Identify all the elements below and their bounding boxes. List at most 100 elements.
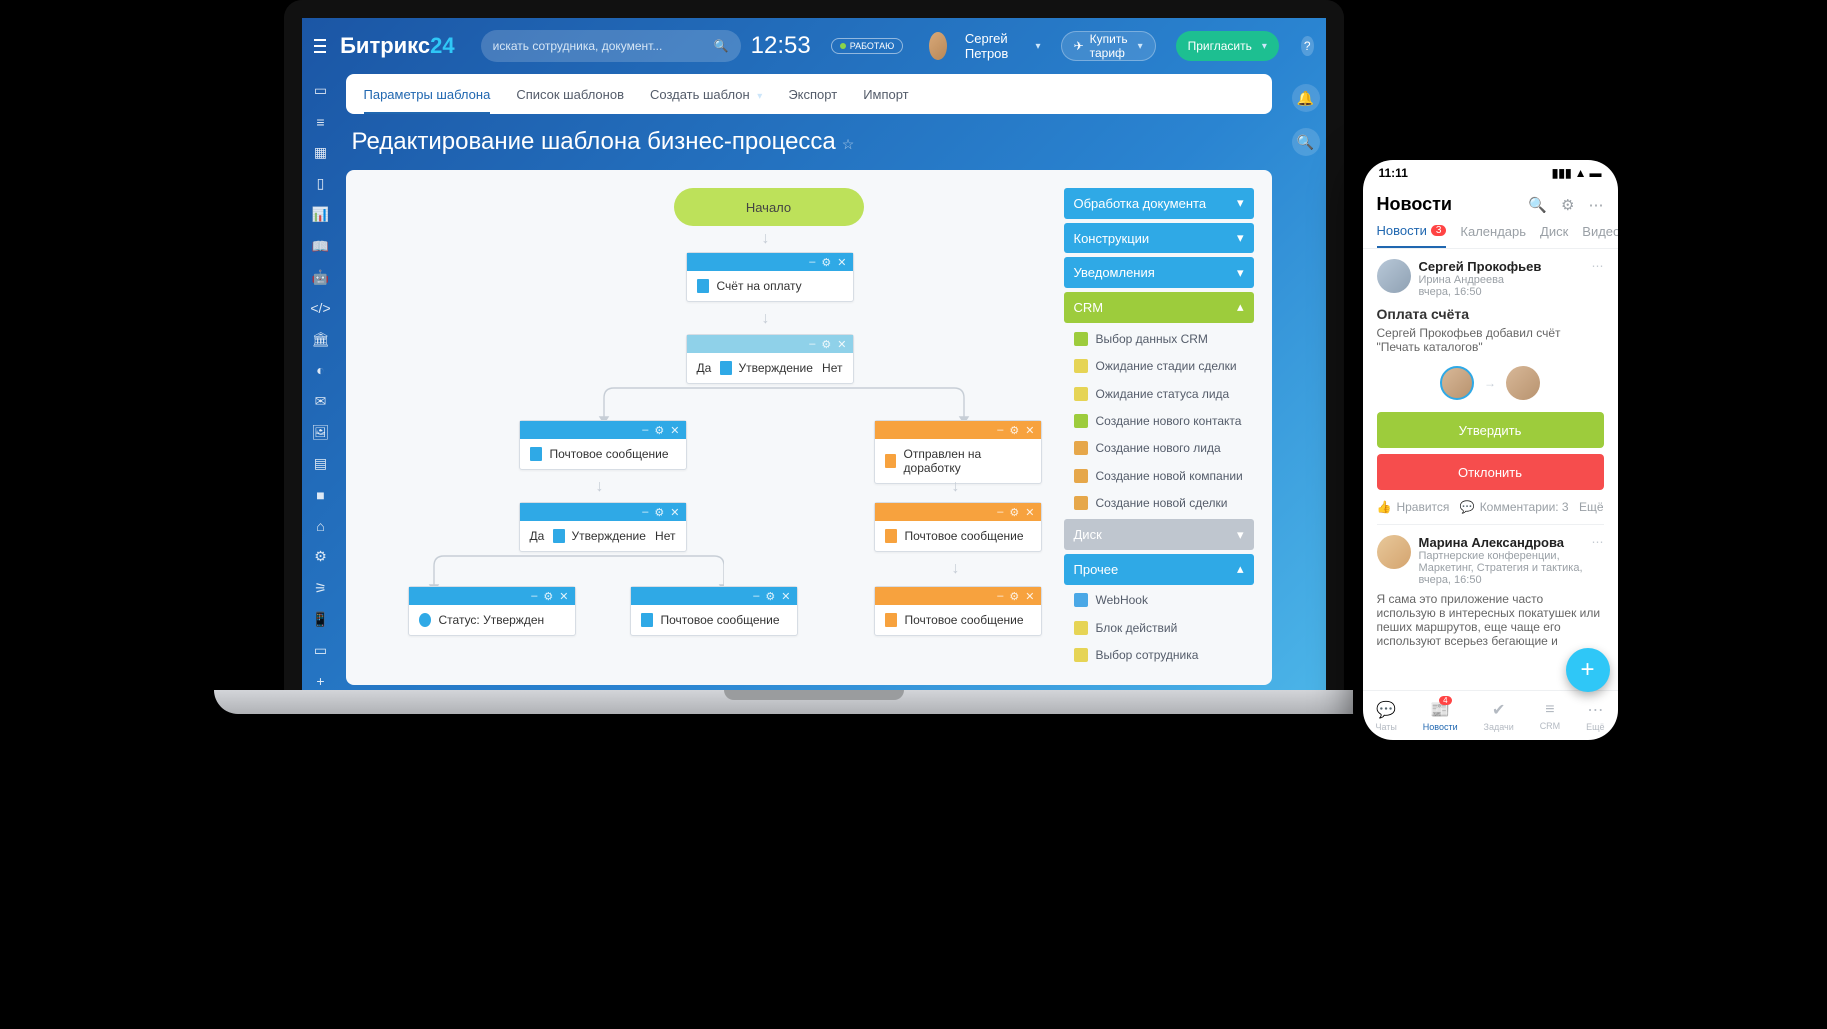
post-author[interactable]: Марина Александрова: [1419, 535, 1584, 550]
nav-item-page-icon[interactable]: ▯: [312, 175, 330, 192]
mobile-tab-news[interactable]: Новости3: [1377, 223, 1447, 248]
palette-header-notifications[interactable]: Уведомления▾: [1064, 257, 1254, 288]
clock: 12:53: [751, 32, 811, 60]
search-icon[interactable]: 🔍: [1528, 196, 1547, 214]
mobile-page-title: Новости: [1377, 194, 1452, 215]
more-icon[interactable]: ⋯: [1589, 196, 1604, 214]
approver-avatar[interactable]: [1440, 366, 1474, 400]
comment-icon: 💬: [1460, 500, 1475, 514]
nav-item-robot-icon[interactable]: 🤖: [312, 269, 330, 286]
palette-item-select-employee[interactable]: Выбор сотрудника: [1064, 644, 1254, 667]
user-avatar[interactable]: [929, 32, 947, 60]
arrow-right-icon: →: [1484, 376, 1496, 390]
help-icon[interactable]: ?: [1301, 36, 1314, 56]
nav-item-gear-icon[interactable]: ⚙: [312, 548, 330, 565]
nav-item-image-icon[interactable]: 🖼: [312, 424, 330, 441]
search-input[interactable]: искать сотрудника, документ... 🔍: [481, 30, 741, 62]
more-link[interactable]: Ещё: [1579, 500, 1604, 514]
filter-icon: ≡: [1545, 701, 1554, 719]
palette-header-other[interactable]: Прочее▴: [1064, 554, 1254, 585]
node-rework[interactable]: –⚙✕ Отправлен на доработку: [874, 420, 1042, 484]
nav-crm[interactable]: ≡CRM: [1540, 701, 1561, 731]
tab-import[interactable]: Импорт: [863, 87, 908, 102]
workflow-canvas[interactable]: Начало ↓ –⚙✕ Счёт на оплату ↓ –⚙✕ ДаУтве…: [364, 188, 1050, 667]
tab-template-list[interactable]: Список шаблонов: [516, 87, 624, 102]
node-mail-1[interactable]: –⚙✕ Почтовое сообщение: [519, 420, 687, 470]
mobile-mockup: 11:11 ▮▮▮▲▬ Новости 🔍 ⚙ ⋯ Новости3 Кален…: [1353, 150, 1628, 750]
chevron-down-icon: ▾: [1237, 527, 1244, 543]
nav-item-home-icon[interactable]: ⌂: [312, 517, 330, 534]
right-rail: 🔔 🔍: [1286, 74, 1326, 690]
search-icon: 🔍: [714, 39, 729, 53]
palette-item-new-contact[interactable]: Создание нового контакта: [1064, 409, 1254, 432]
comments-button[interactable]: 💬Комментарии: 3: [1460, 500, 1569, 514]
nav-item-filter-icon[interactable]: ≡: [312, 113, 330, 130]
node-start[interactable]: Начало: [674, 188, 864, 226]
filter-icon[interactable]: ⚙: [1561, 196, 1574, 214]
approver-avatar[interactable]: [1506, 366, 1540, 400]
palette-item-new-deal[interactable]: Создание новой сделки: [1064, 492, 1254, 515]
node-mail-4[interactable]: –⚙✕ Почтовое сообщение: [874, 586, 1042, 636]
palette-item-crm-select[interactable]: Выбор данных CRM: [1064, 327, 1254, 350]
nav-item-window-icon[interactable]: ▭: [312, 82, 330, 99]
tab-export[interactable]: Экспорт: [788, 87, 837, 102]
palette-item-webhook[interactable]: WebHook: [1064, 589, 1254, 612]
like-button[interactable]: 👍Нравится: [1377, 500, 1450, 514]
buy-plan-button[interactable]: ✈Купить тариф▾: [1061, 31, 1156, 61]
node-mail-3[interactable]: –⚙✕ Почтовое сообщение: [630, 586, 798, 636]
nav-item-clock-icon[interactable]: ◐: [312, 362, 330, 379]
avatar[interactable]: [1377, 259, 1411, 293]
work-status-badge[interactable]: РАБОТАЮ: [831, 38, 904, 54]
mobile-tab-calendar[interactable]: Календарь: [1460, 223, 1526, 248]
palette-item-wait-deal[interactable]: Ожидание стадии сделки: [1064, 354, 1254, 377]
decline-button[interactable]: Отклонить: [1377, 454, 1604, 490]
nav-item-bank-icon[interactable]: 🏛: [312, 331, 330, 348]
search-icon[interactable]: 🔍: [1292, 128, 1320, 156]
palette-item-new-company[interactable]: Создание новой компании: [1064, 464, 1254, 487]
nav-item-code-icon[interactable]: </>: [312, 300, 330, 317]
nav-item-video-icon[interactable]: ■: [312, 486, 330, 503]
tab-create-template[interactable]: Создать шаблон ▾: [650, 87, 762, 102]
menu-icon[interactable]: [314, 39, 327, 53]
nav-item-book-icon[interactable]: 📖: [312, 237, 330, 254]
nav-item-plus-icon[interactable]: +: [312, 673, 330, 690]
nav-item-grid-icon[interactable]: ▦: [312, 144, 330, 161]
nav-tasks[interactable]: ✔Задачи: [1484, 700, 1514, 732]
user-name[interactable]: Сергей Петров: [965, 31, 1022, 61]
palette-item-action-block[interactable]: Блок действий: [1064, 616, 1254, 639]
nav-item-calendar-icon[interactable]: ▤: [312, 455, 330, 472]
mobile-tab-disk[interactable]: Диск: [1540, 223, 1568, 248]
nav-more[interactable]: ⋯Ещё: [1586, 700, 1604, 732]
bell-icon[interactable]: 🔔: [1292, 84, 1320, 112]
palette-header-crm[interactable]: CRM▴: [1064, 292, 1254, 323]
fab-add-button[interactable]: +: [1566, 648, 1610, 692]
app-header: Битрикс24 искать сотрудника, документ...…: [302, 18, 1326, 74]
tab-template-params[interactable]: Параметры шаблона: [364, 87, 491, 114]
mobile-tab-video[interactable]: Видео1: [1582, 223, 1617, 248]
palette-item-new-lead[interactable]: Создание нового лида: [1064, 437, 1254, 460]
more-icon[interactable]: ⋯: [1592, 535, 1604, 586]
post-text: Сергей Прокофьев добавил счёт "Печать ка…: [1377, 326, 1604, 354]
feed-post: Марина Александрова Партнерские конферен…: [1377, 535, 1604, 658]
more-icon[interactable]: ⋯: [1592, 259, 1604, 298]
nav-item-mail-icon[interactable]: ✉: [312, 393, 330, 410]
nav-item-display-icon[interactable]: ▭: [312, 642, 330, 659]
nav-item-sitemap-icon[interactable]: ⚞: [312, 580, 330, 597]
palette-header-disk[interactable]: Диск▾: [1064, 519, 1254, 550]
star-icon[interactable]: ☆: [842, 136, 855, 152]
battery-icon: ▬: [1590, 166, 1602, 180]
palette-header-constructs[interactable]: Конструкции▾: [1064, 223, 1254, 254]
node-status-approved[interactable]: –⚙✕ Статус: Утвержден: [408, 586, 576, 636]
node-mail-2[interactable]: –⚙✕ Почтовое сообщение: [874, 502, 1042, 552]
nav-news[interactable]: 4📰Новости: [1423, 700, 1458, 732]
node-invoice[interactable]: –⚙✕ Счёт на оплату: [686, 252, 854, 302]
post-author[interactable]: Сергей Прокофьев: [1419, 259, 1584, 274]
palette-item-wait-lead[interactable]: Ожидание статуса лида: [1064, 382, 1254, 405]
nav-item-phone-icon[interactable]: 📱: [312, 611, 330, 628]
nav-chats[interactable]: 💬Чаты: [1375, 700, 1396, 732]
palette-header-doc-processing[interactable]: Обработка документа▾: [1064, 188, 1254, 219]
invite-button[interactable]: Пригласить▾: [1176, 31, 1279, 61]
avatar[interactable]: [1377, 535, 1411, 569]
approve-button[interactable]: Утвердить: [1377, 412, 1604, 448]
nav-item-chart-icon[interactable]: 📊: [312, 206, 330, 223]
